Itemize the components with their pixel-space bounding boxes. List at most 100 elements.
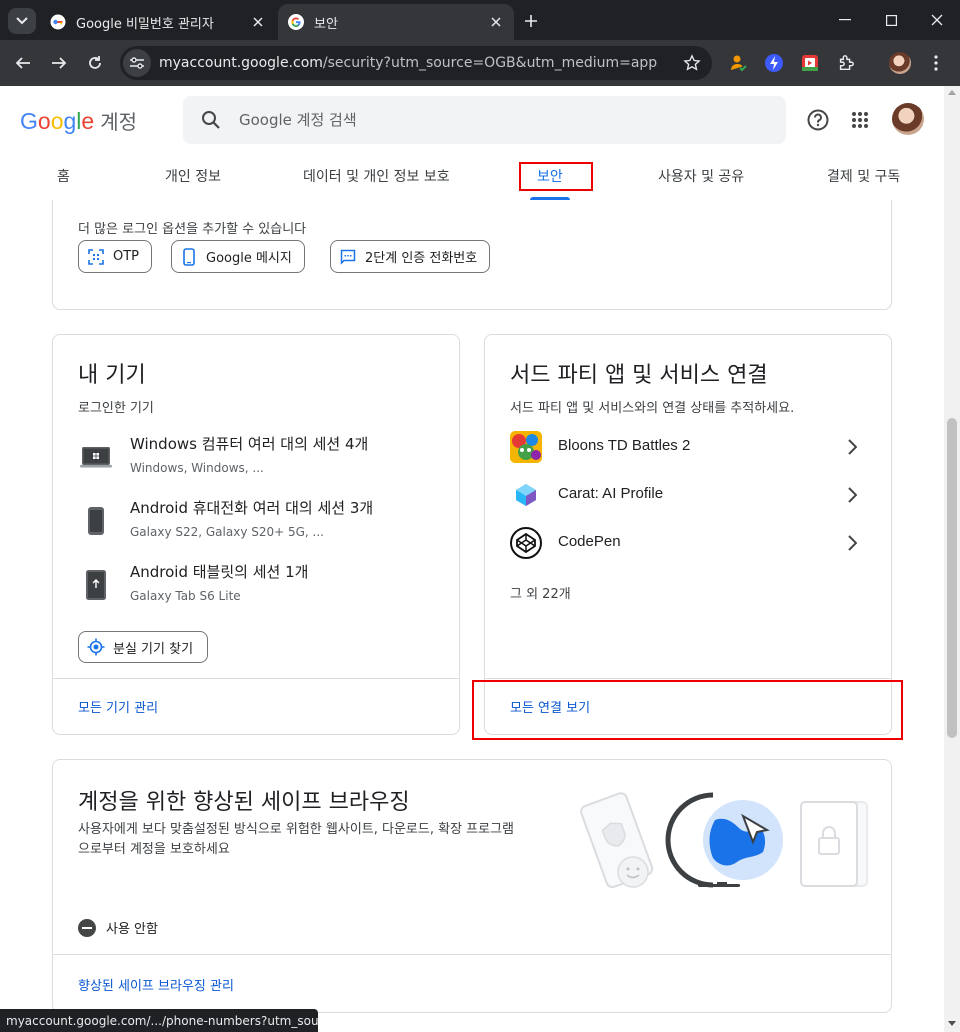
account-nav-tabs: 홈 개인 정보 데이터 및 개인 정보 보호 보안 사용자 및 공유 결제 및 … bbox=[0, 152, 944, 200]
reload-icon bbox=[89, 56, 101, 69]
laptop-icon bbox=[78, 439, 114, 475]
chevron-right-icon bbox=[840, 483, 864, 507]
browser-toolbar: myaccount.google.com/security?utm_source… bbox=[0, 40, 960, 86]
maximize-button[interactable] bbox=[868, 0, 914, 40]
close-icon[interactable] bbox=[488, 14, 504, 30]
devices-card: 내 기기 로그인한 기기 Windows 컴퓨터 여러 대의 세션 4개 Win… bbox=[52, 334, 460, 735]
google-messages-chip[interactable]: Google 메시지 bbox=[171, 240, 305, 273]
chip-label: OTP bbox=[113, 249, 140, 264]
password-manager-icon bbox=[50, 14, 66, 30]
bookmark-star-icon[interactable] bbox=[678, 49, 706, 77]
qr-scan-icon bbox=[87, 248, 105, 266]
safe-browsing-card: 계정을 위한 향상된 세이프 브라우징 사용자에게 보다 맞춤설정된 방식으로 … bbox=[52, 759, 892, 1013]
arrow-left-icon bbox=[15, 57, 30, 69]
device-name: Android 태블릿의 세션 1개 bbox=[130, 563, 309, 581]
scroll-up-arrow-icon[interactable] bbox=[948, 90, 956, 95]
chip-label: 2단계 인증 전화번호 bbox=[365, 251, 478, 266]
browser-tab-password-manager[interactable]: Google 비밀번호 관리자 bbox=[40, 4, 276, 40]
disabled-status-icon bbox=[78, 918, 96, 937]
tab-label: 결제 및 구독 bbox=[827, 169, 901, 185]
tab-people-sharing[interactable]: 사용자 및 공유 bbox=[658, 152, 744, 200]
maximize-icon bbox=[885, 14, 897, 26]
close-icon[interactable] bbox=[250, 14, 266, 30]
devices-title: 내 기기 bbox=[78, 363, 146, 388]
app-item-codepen[interactable]: CodePen bbox=[510, 523, 864, 563]
forward-button[interactable] bbox=[45, 49, 73, 77]
extensions-puzzle-icon[interactable] bbox=[834, 51, 858, 75]
extension-person-icon[interactable] bbox=[726, 51, 750, 75]
safe-browsing-description: 사용자에게 보다 맞춤설정된 방식으로 위험한 웹사이트, 다운로드, 확장 프… bbox=[78, 822, 515, 857]
page-scrollbar[interactable] bbox=[944, 86, 960, 1032]
device-item-android-tablet[interactable]: Android 태블릿의 세션 1개 Galaxy Tab S6 Lite bbox=[78, 561, 458, 611]
site-info-icon[interactable] bbox=[123, 49, 151, 77]
devices-subtitle: 로그인한 기기 bbox=[78, 401, 154, 416]
account-search-box[interactable] bbox=[183, 96, 786, 144]
two-step-phone-chip[interactable]: 2단계 인증 전화번호 bbox=[330, 240, 491, 273]
signin-options-text: 더 많은 로그인 옵션을 추가할 수 있습니다 bbox=[78, 222, 307, 237]
browser-tab-security[interactable]: 보안 bbox=[278, 4, 514, 40]
link-label: 향상된 세이프 브라우징 관리 bbox=[78, 979, 234, 994]
device-item-windows[interactable]: Windows 컴퓨터 여러 대의 세션 4개 Windows, Windows… bbox=[78, 433, 458, 483]
third-party-subtitle: 서드 파티 앱 및 서비스와의 연결 상태를 추적하세요. bbox=[510, 401, 795, 416]
chip-label: Google 메시지 bbox=[206, 251, 292, 266]
link-label: 모든 기기 관리 bbox=[78, 701, 159, 716]
device-detail: Windows, Windows, ... bbox=[130, 461, 264, 475]
account-avatar[interactable] bbox=[892, 103, 924, 135]
profile-avatar-icon[interactable] bbox=[888, 51, 912, 75]
apps-grid-icon[interactable] bbox=[844, 104, 876, 136]
phone-device-icon bbox=[78, 503, 114, 539]
tab-search-button[interactable] bbox=[8, 8, 36, 34]
extension-bolt-icon[interactable] bbox=[762, 51, 786, 75]
security-page-content: 더 많은 로그인 옵션을 추가할 수 있습니다 OTP Google 메시지 2… bbox=[0, 200, 944, 1032]
url-host: myaccount.google.com bbox=[159, 55, 323, 71]
back-button[interactable] bbox=[9, 49, 37, 77]
third-party-title: 서드 파티 앱 및 서비스 연결 bbox=[510, 363, 768, 388]
address-bar[interactable]: myaccount.google.com/security?utm_source… bbox=[120, 46, 712, 80]
new-tab-button[interactable] bbox=[518, 10, 544, 32]
locate-icon bbox=[87, 638, 105, 656]
scrollbar-thumb[interactable] bbox=[947, 418, 957, 738]
browser-menu-icon[interactable] bbox=[924, 51, 948, 75]
bloons-app-icon bbox=[510, 431, 542, 463]
tab-personal-info[interactable]: 개인 정보 bbox=[165, 152, 221, 200]
google-account-logo[interactable]: Google 계정 bbox=[20, 106, 137, 135]
manage-all-devices-link[interactable]: 모든 기기 관리 bbox=[53, 678, 459, 734]
url-path: /security?utm_source=OGB&utm_medium=app bbox=[322, 55, 658, 71]
find-button-label: 분실 기기 찾기 bbox=[113, 641, 194, 657]
tab-label: 사용자 및 공유 bbox=[658, 169, 745, 185]
third-party-apps-card: 서드 파티 앱 및 서비스 연결 서드 파티 앱 및 서비스와의 연결 상태를 … bbox=[484, 334, 892, 735]
status-label: 사용 안함 bbox=[106, 922, 158, 937]
highlight-box-security-tab bbox=[519, 162, 593, 191]
tab-data-privacy[interactable]: 데이터 및 개인 정보 보호 bbox=[303, 152, 450, 200]
tab-label: 데이터 및 개인 정보 보호 bbox=[303, 169, 450, 185]
app-name: Carat: AI Profile bbox=[558, 485, 664, 502]
tab-payments-subscriptions[interactable]: 결제 및 구독 bbox=[827, 152, 900, 200]
manage-safe-browsing-link[interactable]: 향상된 세이프 브라우징 관리 bbox=[53, 954, 891, 1014]
google-g-icon bbox=[288, 14, 304, 30]
scroll-down-arrow-icon[interactable] bbox=[948, 1021, 956, 1026]
safe-browsing-illustration bbox=[580, 792, 868, 889]
plus-icon bbox=[525, 15, 537, 27]
app-item-carat[interactable]: Carat: AI Profile bbox=[510, 475, 864, 515]
device-name: Windows 컴퓨터 여러 대의 세션 4개 bbox=[130, 435, 369, 453]
window-close-button[interactable] bbox=[914, 0, 960, 40]
tab-label: 홈 bbox=[57, 169, 70, 185]
minimize-button[interactable] bbox=[822, 0, 868, 40]
account-label: 계정 bbox=[100, 112, 138, 134]
chevron-down-icon bbox=[16, 17, 28, 25]
tab-label: 개인 정보 bbox=[165, 169, 221, 185]
signin-options-card: 더 많은 로그인 옵션을 추가할 수 있습니다 OTP Google 메시지 2… bbox=[52, 200, 892, 310]
search-input[interactable] bbox=[239, 111, 719, 129]
tab-home[interactable]: 홈 bbox=[57, 152, 70, 200]
app-item-bloons[interactable]: Bloons TD Battles 2 bbox=[510, 427, 864, 467]
more-apps-text: 그 외 22개 bbox=[510, 587, 571, 602]
find-lost-device-button[interactable]: 분실 기기 찾기 bbox=[78, 631, 209, 663]
otp-chip[interactable]: OTP bbox=[78, 240, 153, 273]
app-name: CodePen bbox=[558, 533, 621, 550]
extension-video-icon[interactable] bbox=[798, 51, 822, 75]
carat-app-icon bbox=[510, 479, 542, 511]
arrow-right-icon bbox=[52, 57, 67, 69]
reload-button[interactable] bbox=[81, 49, 109, 77]
help-icon[interactable] bbox=[802, 104, 834, 136]
device-item-android-phone[interactable]: Android 휴대전화 여러 대의 세션 3개 Galaxy S22, Gal… bbox=[78, 497, 458, 547]
